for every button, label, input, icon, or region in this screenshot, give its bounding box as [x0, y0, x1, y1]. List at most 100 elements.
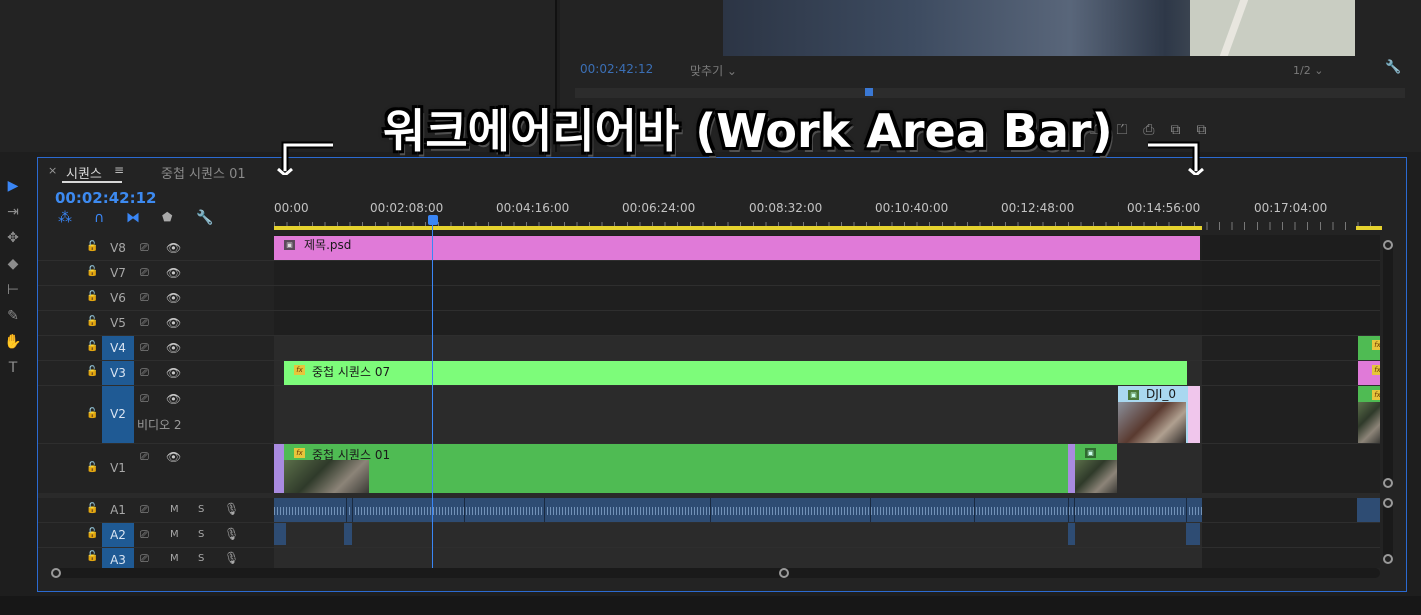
monitor-wrench-icon[interactable]: 🔧: [1385, 60, 1401, 75]
solo-button[interactable]: S: [198, 529, 204, 540]
track-name[interactable]: A3: [102, 548, 134, 568]
eye-icon[interactable]: 👁: [166, 450, 181, 464]
clip-nested-07[interactable]: fx 중첩 시퀀스 07: [284, 361, 1187, 385]
tab-nested-sequence[interactable]: 중첩 시퀀스 01: [161, 163, 246, 182]
sync-lock-icon[interactable]: ⎚: [140, 266, 149, 280]
track-name[interactable]: V2: [102, 386, 134, 443]
lock-icon[interactable]: 🔓: [86, 266, 98, 277]
lock-icon[interactable]: 🔓: [86, 341, 98, 352]
solo-button[interactable]: S: [198, 504, 204, 515]
pen-icon[interactable]: ✎: [4, 308, 22, 324]
scroll-handle[interactable]: [1383, 498, 1393, 508]
track-name[interactable]: A2: [102, 523, 134, 547]
eye-icon[interactable]: 👁: [166, 291, 181, 305]
track-select-icon[interactable]: ⇥: [4, 204, 22, 220]
scroll-handle[interactable]: [1383, 240, 1393, 250]
audio-clip-a2[interactable]: [274, 523, 286, 545]
eye-icon[interactable]: 👁: [166, 316, 181, 330]
audio-clip-a2[interactable]: [1186, 523, 1200, 545]
sync-lock-icon[interactable]: ⎚: [140, 291, 149, 305]
audio-clip-a2[interactable]: [344, 523, 352, 545]
scroll-handle-mid[interactable]: [779, 568, 789, 578]
lock-icon[interactable]: 🔓: [86, 408, 98, 419]
scroll-handle[interactable]: [1383, 478, 1393, 488]
mic-icon[interactable]: 🎙: [224, 502, 239, 516]
monitor-timecode[interactable]: 00:02:42:12: [580, 62, 653, 76]
solo-button[interactable]: S: [198, 553, 204, 564]
lock-icon[interactable]: 🔓: [86, 551, 98, 562]
selection-tool-icon[interactable]: ▶: [4, 178, 22, 194]
eye-icon[interactable]: 👁: [166, 392, 181, 406]
mic-icon[interactable]: 🎙: [224, 527, 239, 541]
razor-icon[interactable]: ◆: [4, 256, 22, 272]
mute-button[interactable]: M: [170, 504, 179, 515]
hand-icon[interactable]: ✋: [4, 334, 22, 350]
clip-v3-right[interactable]: fx: [1358, 361, 1380, 385]
sync-lock-icon[interactable]: ⎚: [140, 528, 149, 542]
scroll-handle[interactable]: [1383, 554, 1393, 564]
nest-icon[interactable]: ⁂: [58, 210, 72, 226]
resolution-dropdown[interactable]: 1/2 ⌄: [1293, 64, 1323, 77]
clip-nested-01[interactable]: fx 중첩 시퀀스 01: [284, 444, 1068, 493]
sync-lock-icon[interactable]: ⎚: [140, 552, 149, 566]
track-name[interactable]: V6: [102, 286, 134, 310]
clip-v4-right[interactable]: fx: [1358, 336, 1380, 360]
vertical-scrollbar-audio[interactable]: [1383, 498, 1393, 564]
sync-lock-icon[interactable]: ⎚: [140, 392, 149, 406]
clip-title-psd[interactable]: ▣ 제목.psd: [274, 236, 1200, 260]
track-name[interactable]: V7: [102, 261, 134, 285]
audio-clip-a1-right[interactable]: [1357, 498, 1380, 522]
sync-lock-icon[interactable]: ⎚: [140, 450, 149, 464]
lock-icon[interactable]: 🔓: [86, 316, 98, 327]
lock-icon[interactable]: 🔓: [86, 241, 98, 252]
scroll-handle-left[interactable]: [51, 568, 61, 578]
clip-dji[interactable]: ▣ DJI_0: [1118, 386, 1188, 443]
audio-clip-a1[interactable]: [274, 498, 1202, 522]
lock-icon[interactable]: 🔓: [86, 503, 98, 514]
work-area-bar[interactable]: [274, 226, 1202, 230]
track-name[interactable]: V5: [102, 311, 134, 335]
mute-button[interactable]: M: [170, 553, 179, 564]
sync-lock-icon[interactable]: ⎚: [140, 366, 149, 380]
close-icon[interactable]: ×: [48, 164, 57, 177]
clip-v1-small[interactable]: ▣: [1075, 444, 1117, 493]
eye-icon[interactable]: 👁: [166, 366, 181, 380]
ripple-edit-icon[interactable]: ✥: [4, 230, 22, 246]
mute-button[interactable]: M: [170, 529, 179, 540]
track-name[interactable]: V4: [102, 336, 134, 360]
audio-clip-a2[interactable]: [1068, 523, 1075, 545]
track-name[interactable]: V3: [102, 361, 134, 385]
tab-menu-icon[interactable]: ≡: [114, 163, 124, 177]
track-name[interactable]: V8: [102, 236, 134, 260]
mic-icon[interactable]: 🎙: [224, 551, 239, 565]
type-icon[interactable]: T: [4, 360, 22, 376]
timeline-timecode[interactable]: 00:02:42:12: [55, 189, 157, 207]
track-name[interactable]: V1: [102, 444, 134, 493]
slip-icon[interactable]: ⊢: [4, 282, 22, 298]
linked-selection-icon[interactable]: ⧓: [126, 210, 140, 226]
snap-icon[interactable]: ∩: [94, 210, 104, 226]
clip-v2-right[interactable]: fx: [1358, 386, 1380, 443]
lock-icon[interactable]: 🔓: [86, 291, 98, 302]
sync-lock-icon[interactable]: ⎚: [140, 316, 149, 330]
sync-lock-icon[interactable]: ⎚: [140, 341, 149, 355]
wrench-icon[interactable]: 🔧: [196, 210, 213, 226]
sync-lock-icon[interactable]: ⎚: [140, 241, 149, 255]
sync-lock-icon[interactable]: ⎚: [140, 503, 149, 517]
fit-dropdown[interactable]: 맞추기 ⌄: [690, 62, 737, 79]
track-name[interactable]: A1: [102, 498, 134, 522]
clip-v1-transition[interactable]: [1068, 444, 1075, 493]
lock-icon[interactable]: 🔓: [86, 528, 98, 539]
clip-v1-edge[interactable]: [274, 444, 284, 493]
tab-sequence[interactable]: 시퀀스: [66, 163, 102, 182]
horizontal-scrollbar[interactable]: [51, 568, 1380, 578]
eye-icon[interactable]: 👁: [166, 241, 181, 255]
lock-icon[interactable]: 🔓: [86, 366, 98, 377]
add-marker-icon[interactable]: ⬟: [162, 210, 172, 224]
clip-transition[interactable]: [1188, 386, 1200, 443]
eye-icon[interactable]: 👁: [166, 341, 181, 355]
vertical-scrollbar-video[interactable]: [1383, 240, 1393, 488]
eye-icon[interactable]: 👁: [166, 266, 181, 280]
lock-icon[interactable]: 🔓: [86, 462, 98, 473]
playhead-handle[interactable]: [428, 215, 438, 225]
